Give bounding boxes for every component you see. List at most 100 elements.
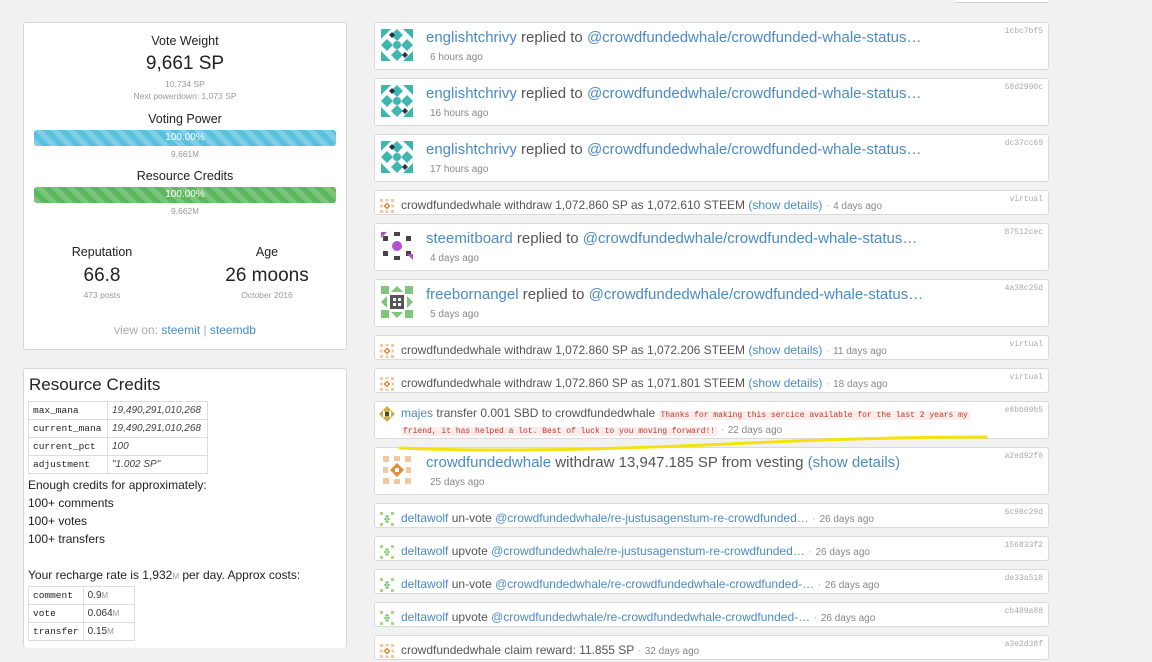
feed-item-time: 11 days ago [833, 346, 887, 357]
cost-op: comment [28, 586, 84, 605]
age-since: October 2016 [241, 290, 293, 300]
actor-link[interactable]: crowdfundedwhale [426, 454, 551, 471]
rc-cost-transfer: transfer 0.15M [28, 622, 135, 641]
rc-value: "1.002 SP" [107, 455, 208, 474]
user-avatar[interactable] [379, 610, 395, 626]
actor-link[interactable]: steemitboard [426, 230, 513, 247]
details-link[interactable]: @crowdfundedwhale/re-justusagenstum-re-c… [495, 511, 809, 525]
rc-capacity-votes: 100+ votes [28, 514, 88, 528]
feed-item-time: 26 days ago [824, 580, 880, 591]
feed-item-text: deltawolf upvote @crowdfundedwhale/re-ju… [401, 544, 870, 558]
rc-row-adjustment: adjustment "1.002 SP" [28, 455, 208, 474]
rc-mana-table: max_mana 19,490,291,010,268 current_mana 19… [28, 401, 208, 474]
user-avatar[interactable] [379, 343, 395, 359]
actor-link[interactable]: freebornangel [426, 286, 519, 303]
tx-hash[interactable]: 4a38c25d [1005, 284, 1043, 293]
user-avatar[interactable] [379, 406, 395, 422]
user-avatar[interactable] [381, 454, 413, 486]
user-avatar[interactable] [381, 85, 413, 117]
feed-item-text: crowdfundedwhale withdraw 1,072.860 SP a… [401, 376, 888, 390]
user-avatar[interactable] [379, 376, 395, 392]
tx-hash[interactable]: 156833f2 [1005, 541, 1043, 550]
tx-hash[interactable]: 58d2990c [1005, 83, 1043, 92]
feed-item-text: majes transfer 0.001 SBD to crowdfundedw… [401, 406, 970, 420]
actor-link[interactable]: deltawolf [401, 577, 448, 591]
target-link[interactable]: @crowdfundedwhale/crowdfunded-whale-stat… [587, 85, 922, 102]
rc-key: current_mana [28, 419, 108, 438]
feed-item-title: steemitboard replied to @crowdfundedwhal… [426, 230, 918, 247]
feed-item: 58d2990c englishtchrivy replied to @crowd… [374, 78, 1049, 126]
age-label: Age [255, 245, 279, 259]
actor-link[interactable]: deltawolf [401, 511, 448, 525]
reputation-value: 66.8 [83, 265, 121, 286]
feed-item: 4a38c25d freebornangel replied to @crowdf… [374, 279, 1049, 327]
feed-item-text: deltawolf upvote @crowdfundedwhale/re-cr… [401, 610, 876, 624]
feed-item: 6c98c29d deltawolf un-vote @crowdfundedwh… [374, 503, 1049, 528]
feed-item-title: freebornangel replied to @crowdfundedwha… [426, 286, 924, 303]
feed-item-text: deltawolf un-vote @crowdfundedwhale/re-c… [401, 577, 880, 591]
feed-item-time: 26 days ago [820, 613, 876, 624]
feed-item-time: 18 days ago [833, 379, 888, 390]
actor-link[interactable]: englishtchrivy [426, 141, 517, 158]
tx-hash[interactable]: virtual [1009, 373, 1043, 382]
tx-hash[interactable]: a2ed92f0 [1005, 452, 1043, 461]
tx-hash[interactable]: de33a518 [1005, 574, 1043, 583]
details-link[interactable]: (show details) [748, 376, 822, 390]
account-stats-panel: Vote Weight 9,661 SP 10,734 SP Next powe… [23, 22, 347, 350]
details-link[interactable]: @crowdfundedwhale/re-crowdfundedwhale-cr… [491, 610, 810, 624]
user-avatar[interactable] [379, 544, 395, 560]
tx-hash[interactable]: virtual [1009, 195, 1043, 204]
steemdb-link[interactable]: steemdb [210, 323, 256, 337]
user-avatar[interactable] [379, 198, 395, 214]
feed-item: de33a518 deltawolf un-vote @crowdfundedwh… [374, 569, 1049, 594]
target-link[interactable]: @crowdfundedwhale/crowdfunded-whale-stat… [587, 141, 922, 158]
rc-cost-table: comment 0.9M vote 0.064M transfer 0.15M [28, 586, 135, 641]
details-link[interactable]: @crowdfundedwhale/re-justusagenstum-re-c… [491, 544, 805, 558]
rc-recharge-text: Your recharge rate is 1,932M per day. Ap… [28, 568, 301, 582]
tx-hash[interactable]: virtual [1009, 340, 1043, 349]
target-link[interactable]: @crowdfundedwhale/crowdfunded-whale-stat… [589, 286, 924, 303]
user-avatar[interactable] [379, 643, 395, 659]
details-link[interactable]: @crowdfundedwhale/re-crowdfundedwhale-cr… [495, 577, 814, 591]
feed-item-text: crowdfundedwhale claim reward: 11.855 SP… [401, 643, 700, 657]
steemit-link[interactable]: steemit [161, 323, 200, 337]
tx-hash[interactable]: 1cbc7bf5 [1005, 27, 1043, 36]
actor-link[interactable]: englishtchrivy [426, 29, 517, 46]
actor-link[interactable]: englishtchrivy [426, 85, 517, 102]
rc-row-max_mana: max_mana 19,490,291,010,268 [28, 401, 208, 420]
feed-item-title: englishtchrivy replied to @crowdfundedwh… [426, 85, 922, 102]
target-link[interactable]: @crowdfundedwhale/crowdfunded-whale-stat… [587, 29, 922, 46]
target-link[interactable]: (show details) [808, 454, 901, 471]
voting-power-fill: 100.00% [34, 130, 336, 146]
user-avatar[interactable] [379, 511, 395, 527]
user-avatar[interactable] [379, 577, 395, 593]
view-on-links: view on: steemit | steemdb [114, 323, 256, 337]
feed-item: e8bb09b5 majes transfer 0.001 SBD to crow… [374, 401, 1049, 439]
feed-item: a2ed92f0 crowdfundedwhale withdraw 13,947… [374, 447, 1049, 495]
voting-power-bar: 100.00% [34, 130, 336, 146]
details-link[interactable]: (show details) [748, 198, 822, 212]
feed-item-time: 22 days ago [727, 425, 783, 436]
rc-key: current_pct [28, 437, 108, 456]
reputation-posts: 473 posts [83, 290, 121, 300]
resource-credits-panel: Resource Credits max_mana 19,490,291,010,… [23, 368, 347, 648]
tx-hash[interactable]: cb489a88 [1005, 607, 1043, 616]
tx-hash[interactable]: 6c98c29d [1005, 508, 1043, 517]
details-link[interactable]: (show details) [748, 343, 822, 357]
tx-hash[interactable]: 87512cec [1005, 228, 1043, 237]
actor-link[interactable]: deltawolf [401, 610, 448, 624]
user-avatar[interactable] [381, 29, 413, 61]
feed-item-time: 16 hours ago [430, 108, 489, 119]
rc-row-current_mana: current_mana 19,490,291,010,268 [28, 419, 208, 438]
actor-link[interactable]: majes [401, 406, 433, 420]
feed-item: virtual crowdfundedwhale withdraw 1,072.8… [374, 335, 1049, 360]
target-link[interactable]: @crowdfundedwhale/crowdfunded-whale-stat… [583, 230, 918, 247]
feed-item-time: 17 hours ago [430, 164, 489, 175]
tx-hash[interactable]: e8bb09b5 [1005, 406, 1043, 415]
feed-item: 156833f2 deltawolf upvote @crowdfundedwha… [374, 536, 1049, 561]
user-avatar[interactable] [381, 230, 413, 262]
actor-link[interactable]: deltawolf [401, 544, 448, 558]
tx-hash[interactable]: dc37cc69 [1005, 139, 1043, 148]
user-avatar[interactable] [381, 141, 413, 173]
user-avatar[interactable] [381, 286, 413, 318]
